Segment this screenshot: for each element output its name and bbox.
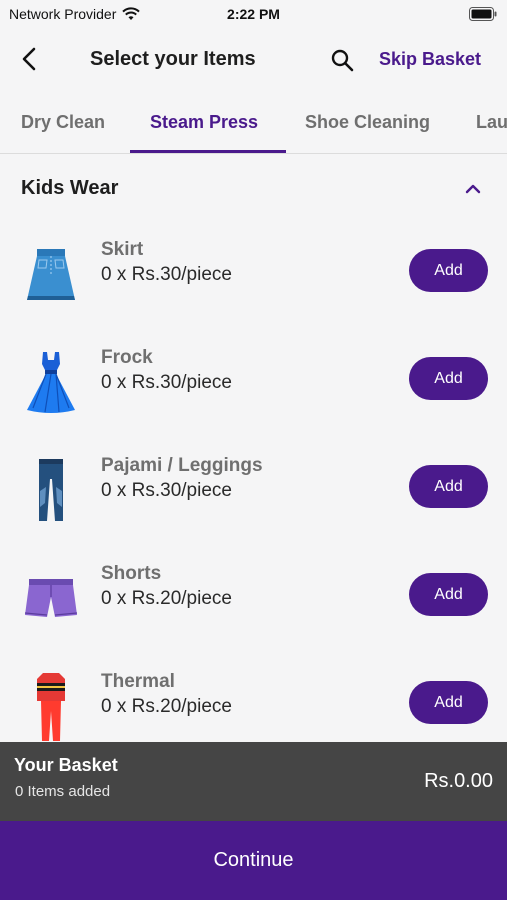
chevron-left-icon [22,47,36,71]
back-button[interactable] [14,44,44,74]
page-title: Select your Items [90,48,256,70]
status-bar: Network Provider 2:22 PM [0,0,507,28]
add-button[interactable]: Add [409,573,488,616]
add-button[interactable]: Add [409,681,488,724]
add-button[interactable]: Add [409,465,488,508]
category-tabs: Dry Clean Steam Press Shoe Cleaning Lau [0,92,507,154]
item-price: 0 x Rs.30/piece [101,372,232,393]
add-button[interactable]: Add [409,249,488,292]
list-item: Shorts 0 x Rs.20/piece Add [0,550,507,658]
add-button[interactable]: Add [409,357,488,400]
continue-button[interactable]: Continue [0,821,507,900]
battery-icon [469,7,497,24]
app-header: Select your Items Skip Basket [0,28,507,92]
item-name: Thermal [101,671,175,692]
item-price: 0 x Rs.20/piece [101,588,232,609]
tab-dry-clean[interactable]: Dry Clean [21,112,105,133]
chevron-up-icon [465,184,481,194]
shorts-icon [20,566,82,632]
item-price: 0 x Rs.20/piece [101,696,232,717]
active-tab-indicator [130,150,286,153]
item-name: Skirt [101,239,144,260]
list-item: Skirt 0 x Rs.30/piece Add [0,226,507,334]
collapse-button[interactable] [460,176,486,202]
skip-basket-button[interactable]: Skip Basket [379,49,481,70]
skirt-icon [20,242,82,308]
item-price: 0 x Rs.30/piece [101,480,232,501]
list-item: Frock 0 x Rs.30/piece Add [0,334,507,442]
tab-laundry[interactable]: Lau [476,112,507,133]
list-item: Pajami / Leggings 0 x Rs.30/piece Add [0,442,507,550]
basket-title: Your Basket [14,755,118,775]
leggings-icon [20,458,82,524]
item-price: 0 x Rs.30/piece [101,264,232,285]
list-item: Thermal 0 x Rs.20/piece Add [0,658,507,742]
item-name: Pajami / Leggings [101,455,263,476]
status-time: 2:22 PM [227,6,280,22]
tab-steam-press[interactable]: Steam Press [150,112,258,133]
item-name: Frock [101,347,153,368]
frock-icon [20,350,82,416]
section-header[interactable]: Kids Wear [0,160,507,216]
search-button[interactable] [326,44,358,76]
basket-item-count: 0 Items added [15,783,111,800]
item-list: Skirt 0 x Rs.30/piece Add Frock 0 x Rs.3… [0,226,507,742]
search-icon [331,49,354,72]
section-title: Kids Wear [21,177,119,199]
thermal-icon [20,673,82,741]
basket-summary: Your Basket 0 Items added Rs.0.00 [0,742,507,821]
basket-total: Rs.0.00 [424,770,493,792]
item-name: Shorts [101,563,162,584]
tab-shoe-cleaning[interactable]: Shoe Cleaning [305,112,430,133]
